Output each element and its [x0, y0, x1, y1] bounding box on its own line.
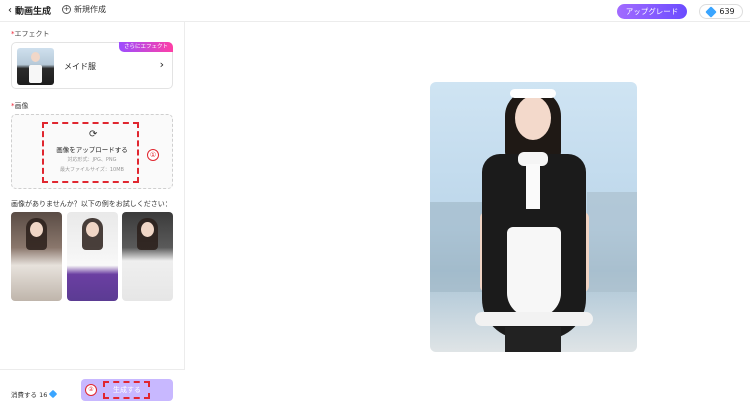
diamond-icon	[705, 5, 718, 18]
step-marker-2: ②	[85, 384, 97, 396]
effect-preview-image	[430, 82, 637, 352]
credits-count: 639	[719, 7, 735, 16]
effect-name: メイド服	[64, 62, 96, 71]
page-title: 動画生成	[15, 7, 52, 17]
diamond-icon	[49, 389, 58, 399]
plus-icon: +	[62, 5, 71, 14]
sample-image-2[interactable]	[67, 212, 118, 301]
top-bar: ‹ 動画生成 + 新規作成 アップグレード 639	[0, 0, 750, 22]
image-upload-area[interactable]: ⟳ 画像をアップロードする 対応形式：JPG、PNG 最大ファイルサイズ：10M…	[11, 114, 173, 189]
back-button[interactable]: ‹ 動画生成	[8, 4, 51, 17]
chevron-left-icon: ‹	[8, 5, 12, 16]
effect-section-label: *エフェクト	[11, 30, 50, 38]
sample-image-1[interactable]	[11, 212, 62, 301]
samples-title: 画像がありませんか？以下の例をお試しください：	[11, 200, 172, 208]
more-effects-badge[interactable]: さらにエフェクト	[118, 42, 173, 52]
chevron-right-icon: ›	[159, 58, 164, 71]
new-project-button[interactable]: + 新規作成	[62, 4, 106, 15]
generate-button[interactable]: 生成する ②	[81, 379, 173, 401]
generate-bar: 消費する 16 生成する ②	[0, 369, 185, 411]
new-project-label: 新規作成	[74, 5, 106, 14]
effect-thumbnail	[17, 48, 54, 85]
upload-max-size: 最大ファイルサイズ：10MB	[60, 167, 124, 173]
step-marker-1: ①	[147, 149, 159, 161]
upload-icon: ⟳	[89, 129, 98, 140]
left-panel: *エフェクト メイド服 › さらにエフェクト *画像 ⟳ 画像をアップロードする…	[0, 22, 185, 411]
cost-label: 消費する 16	[11, 389, 58, 399]
credits-badge[interactable]: 639	[699, 4, 743, 19]
upgrade-button[interactable]: アップグレード	[617, 4, 687, 19]
sample-image-3[interactable]	[122, 212, 173, 301]
image-section-label: *画像	[11, 102, 29, 110]
effect-selector[interactable]: メイド服 › さらにエフェクト	[11, 42, 173, 89]
